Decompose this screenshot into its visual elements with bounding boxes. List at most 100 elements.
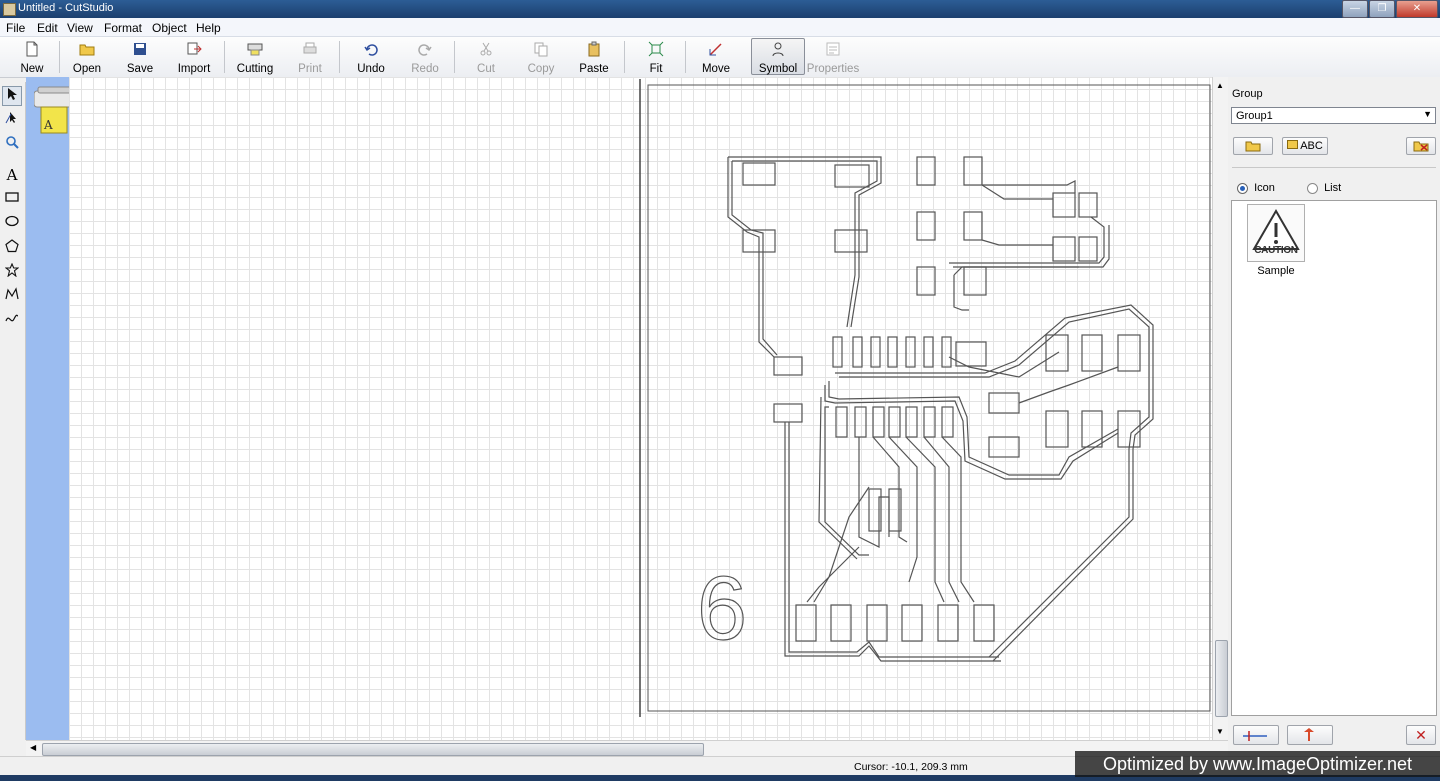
scroll-up-icon[interactable]: ▲ [1216,81,1224,90]
cutting-machine-icon [247,43,263,56]
open-button[interactable]: Open [64,39,110,75]
cutting-label: Cutting [236,63,274,75]
vertical-scroll-thumb[interactable] [1215,640,1228,717]
cutting-button[interactable]: Cutting [230,39,280,75]
minimize-button[interactable]: — [1342,0,1368,18]
toolbar-separator [624,41,625,73]
view-list-radio[interactable]: List [1307,182,1341,194]
edit-point-tool-button[interactable] [2,110,22,130]
scroll-down-icon[interactable]: ▼ [1216,727,1224,736]
menu-object[interactable]: Object [152,21,187,35]
add-symbol-button[interactable] [1233,725,1279,745]
import-icon [187,42,202,55]
menu-file[interactable]: File [6,21,25,35]
save-disk-icon [134,43,146,55]
close-window-button[interactable]: ✕ [1396,0,1438,18]
rectangle-icon [5,192,19,202]
view-list-label: List [1324,182,1342,195]
polygon-tool-button[interactable] [2,239,22,259]
properties-icon [826,42,840,56]
undo-button[interactable]: Undo [348,39,394,75]
zoom-tool-button[interactable] [2,135,22,155]
window-title: Untitled - CutStudio [18,2,114,14]
restore-button[interactable]: ❐ [1369,0,1395,18]
vertical-scrollbar[interactable]: ▲ ▼ [1212,77,1229,740]
menu-format[interactable]: Format [104,21,142,35]
group-select[interactable]: Group1 ▼ [1231,107,1436,124]
symbol-panel: Group Group1 ▼ ABC Icon List CAUTION Sam… [1228,77,1440,756]
symbol-item-label: Sample [1257,265,1295,277]
menu-help[interactable]: Help [196,21,221,35]
chevron-down-icon: ▼ [1423,109,1432,119]
paste-clipboard-icon [588,41,600,57]
folder-delete-icon [1413,141,1429,152]
cursor-position: Cursor: -10.1, 209.3 mm [854,761,968,773]
symbol-person-icon [772,42,784,57]
scroll-left-icon[interactable]: ◀ [30,743,36,752]
redo-button[interactable]: Redo [402,39,448,75]
watermark-overlay: Optimized by www.ImageOptimizer.net [1075,751,1440,777]
menu-bar: File Edit View Format Object Help [0,18,1440,37]
drawing-toolbox: A [0,82,26,740]
folder-icon [1287,140,1299,149]
undo-icon [364,44,378,56]
copy-button[interactable]: Copy [518,39,564,75]
export-symbol-button[interactable] [1287,725,1333,745]
folder-new-icon [1245,141,1261,152]
star-tool-button[interactable] [2,262,22,283]
cut-button[interactable]: Cut [464,39,508,75]
move-button[interactable]: Move [694,39,738,75]
properties-label: Properties [806,63,860,75]
new-button[interactable]: New [8,39,56,75]
view-icon-radio[interactable]: Icon [1237,182,1275,194]
print-button[interactable]: Print [288,39,332,75]
group-label: Group [1232,88,1263,100]
import-button[interactable]: Import [170,39,218,75]
add-symbol-folder-button[interactable] [1233,137,1273,155]
fit-button[interactable]: Fit [634,39,678,75]
curve-icon [5,314,19,322]
scissors-icon [480,42,492,56]
properties-button[interactable]: Properties [806,39,860,75]
group-select-value: Group1 [1236,110,1273,122]
ellipse-tool-button[interactable] [2,214,22,234]
paste-button[interactable]: Paste [572,39,616,75]
magnifier-icon [6,136,19,149]
select-tool-button[interactable] [2,86,22,106]
toolbar-separator [685,41,686,73]
arrow-pointer-icon [8,88,17,100]
symbol-button[interactable]: Symbol [751,38,805,75]
curve-tool-button[interactable] [2,311,22,331]
main-toolbar: New Open Save Import Cutting Print Undo … [0,37,1440,78]
symbol-list: CAUTION Sample [1231,200,1437,716]
polyline-icon [5,287,19,300]
copy-icon [534,42,548,57]
text-tool-button[interactable]: A [2,165,22,185]
new-label: New [20,63,44,75]
abc-button-label: ABC [1300,140,1323,152]
rectangle-tool-button[interactable] [2,190,22,210]
toolbar-separator [454,41,455,73]
delete-symbol-group-button[interactable] [1406,137,1436,155]
window-controls: — ❐ ✕ [1341,0,1438,18]
symbol-label: Symbol [758,63,798,75]
symbol-item-sample[interactable]: CAUTION [1247,204,1305,262]
save-button[interactable]: Save [118,39,162,75]
text-symbol-button[interactable]: ABC [1282,137,1328,155]
toolbar-separator [224,41,225,73]
node-edit-icon [5,112,16,124]
horizontal-scrollbar[interactable]: ◀ [26,740,1228,757]
horizontal-scroll-thumb[interactable] [42,743,704,756]
svg-text:A: A [43,118,53,132]
menu-view[interactable]: View [67,21,93,35]
redo-label: Redo [411,63,439,75]
star-icon [4,262,20,278]
menu-edit[interactable]: Edit [37,21,58,35]
text-a-icon: A [6,166,18,184]
delete-symbol-button[interactable]: ✕ [1406,725,1436,745]
print-icon [303,42,317,54]
fit-label: Fit [649,63,663,75]
drawing-canvas[interactable]: 6 [69,77,1212,740]
save-label: Save [126,63,154,75]
polyline-tool-button[interactable] [2,287,22,307]
